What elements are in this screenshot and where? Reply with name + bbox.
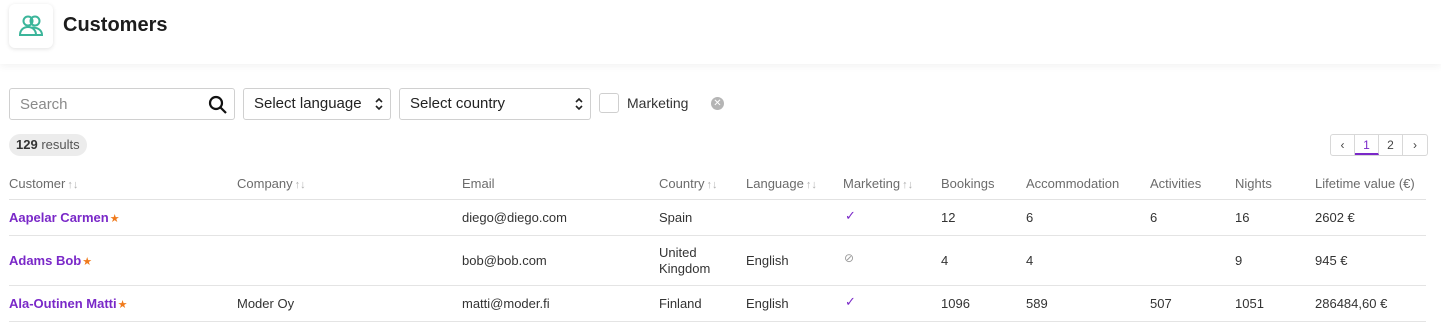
customer-name-link[interactable]: Adams Bob★ [9,253,92,268]
search-input[interactable] [10,89,200,119]
column-header-customer[interactable]: Customer ↑↓ [9,176,78,191]
email-cell: diego@diego.com [462,210,567,225]
chevron-updown-icon [575,97,583,111]
column-header-activities: Activities [1150,176,1202,191]
search-box [9,88,235,120]
language-cell: English [746,296,789,311]
table-row[interactable]: Ala-Outinen Matti★ Moder Oy matti@moder.… [9,286,1426,322]
lifetime-value-cell: 945 € [1315,253,1348,268]
column-header-marketing[interactable]: Marketing ↑↓ [843,176,913,191]
sort-icon: ↑↓ [67,179,79,191]
column-header-language[interactable]: Language ↑↓ [746,176,817,191]
lifetime-value-cell: 2602 € [1315,210,1355,225]
page-2-button[interactable]: 2 [1379,135,1403,155]
language-select-label: Select language [254,95,362,112]
sort-icon: ↑↓ [294,179,306,191]
check-icon: ✓ [845,208,856,223]
column-header-email: Email [462,176,495,191]
email-cell: matti@moder.fi [462,296,550,311]
country-select[interactable]: Select country [399,88,591,120]
country-cell: Spain [659,210,693,225]
column-header-lifetime-value: Lifetime value (€) [1315,176,1415,191]
sort-icon: ↑↓ [805,179,817,191]
accommodation-cell: 4 [1026,253,1034,268]
next-page-button[interactable]: › [1403,135,1427,155]
page-title: Customers [63,14,168,36]
bookings-cell: 4 [941,253,949,268]
language-select[interactable]: Select language [243,88,391,120]
bookings-cell: 12 [941,210,956,225]
results-label: results [41,137,80,152]
sort-icon: ↑↓ [902,179,914,191]
nights-cell: 1051 [1235,296,1264,311]
column-header-company[interactable]: Company ↑↓ [237,176,306,191]
table-row[interactable]: Aapelar Carmen★ diego@diego.com Spain ✓ … [9,200,1426,236]
check-icon: ✓ [845,294,856,309]
activities-cell: 6 [1150,210,1158,225]
country-cell: United Kingdom [659,245,711,276]
lifetime-value-cell: 286484,60 € [1315,296,1388,311]
marketing-checkbox[interactable] [599,93,619,113]
customer-name-link[interactable]: Aapelar Carmen★ [9,210,120,225]
prev-page-button[interactable]: ‹ [1331,135,1355,155]
column-header-country[interactable]: Country ↑↓ [659,176,718,191]
no-marketing-icon: ⊘ [844,251,855,265]
language-cell: English [746,253,789,268]
bookings-cell: 1096 [941,296,970,311]
company-cell: Moder Oy [237,296,295,311]
country-cell: Finland [659,296,702,311]
page-1-button[interactable]: 1 [1355,135,1379,155]
search-icon[interactable] [208,95,228,115]
star-icon: ★ [82,256,93,268]
clear-icon[interactable]: ✕ [711,97,724,110]
nights-cell: 9 [1235,253,1243,268]
page-header: Customers [0,0,1441,64]
table-row[interactable]: Adams Bob★ bob@bob.com United Kingdom En… [9,236,1426,286]
pagination: ‹ 1 2 › [1330,134,1428,156]
users-icon [9,4,53,48]
accommodation-cell: 589 [1026,296,1048,311]
column-header-accommodation: Accommodation [1026,176,1120,191]
column-header-nights: Nights [1235,176,1272,191]
marketing-label: Marketing [627,95,689,111]
results-badge: 129 results [9,134,87,156]
star-icon: ★ [109,213,120,225]
email-cell: bob@bob.com [462,253,547,268]
sort-icon: ↑↓ [706,179,718,191]
customer-name-link[interactable]: Ala-Outinen Matti★ [9,296,127,311]
activities-cell: 507 [1150,296,1172,311]
country-select-label: Select country [410,95,506,112]
column-header-bookings: Bookings [941,176,995,191]
accommodation-cell: 6 [1026,210,1034,225]
nights-cell: 16 [1235,210,1250,225]
results-count: 129 [16,137,38,152]
star-icon: ★ [117,299,128,311]
chevron-updown-icon [375,97,383,111]
